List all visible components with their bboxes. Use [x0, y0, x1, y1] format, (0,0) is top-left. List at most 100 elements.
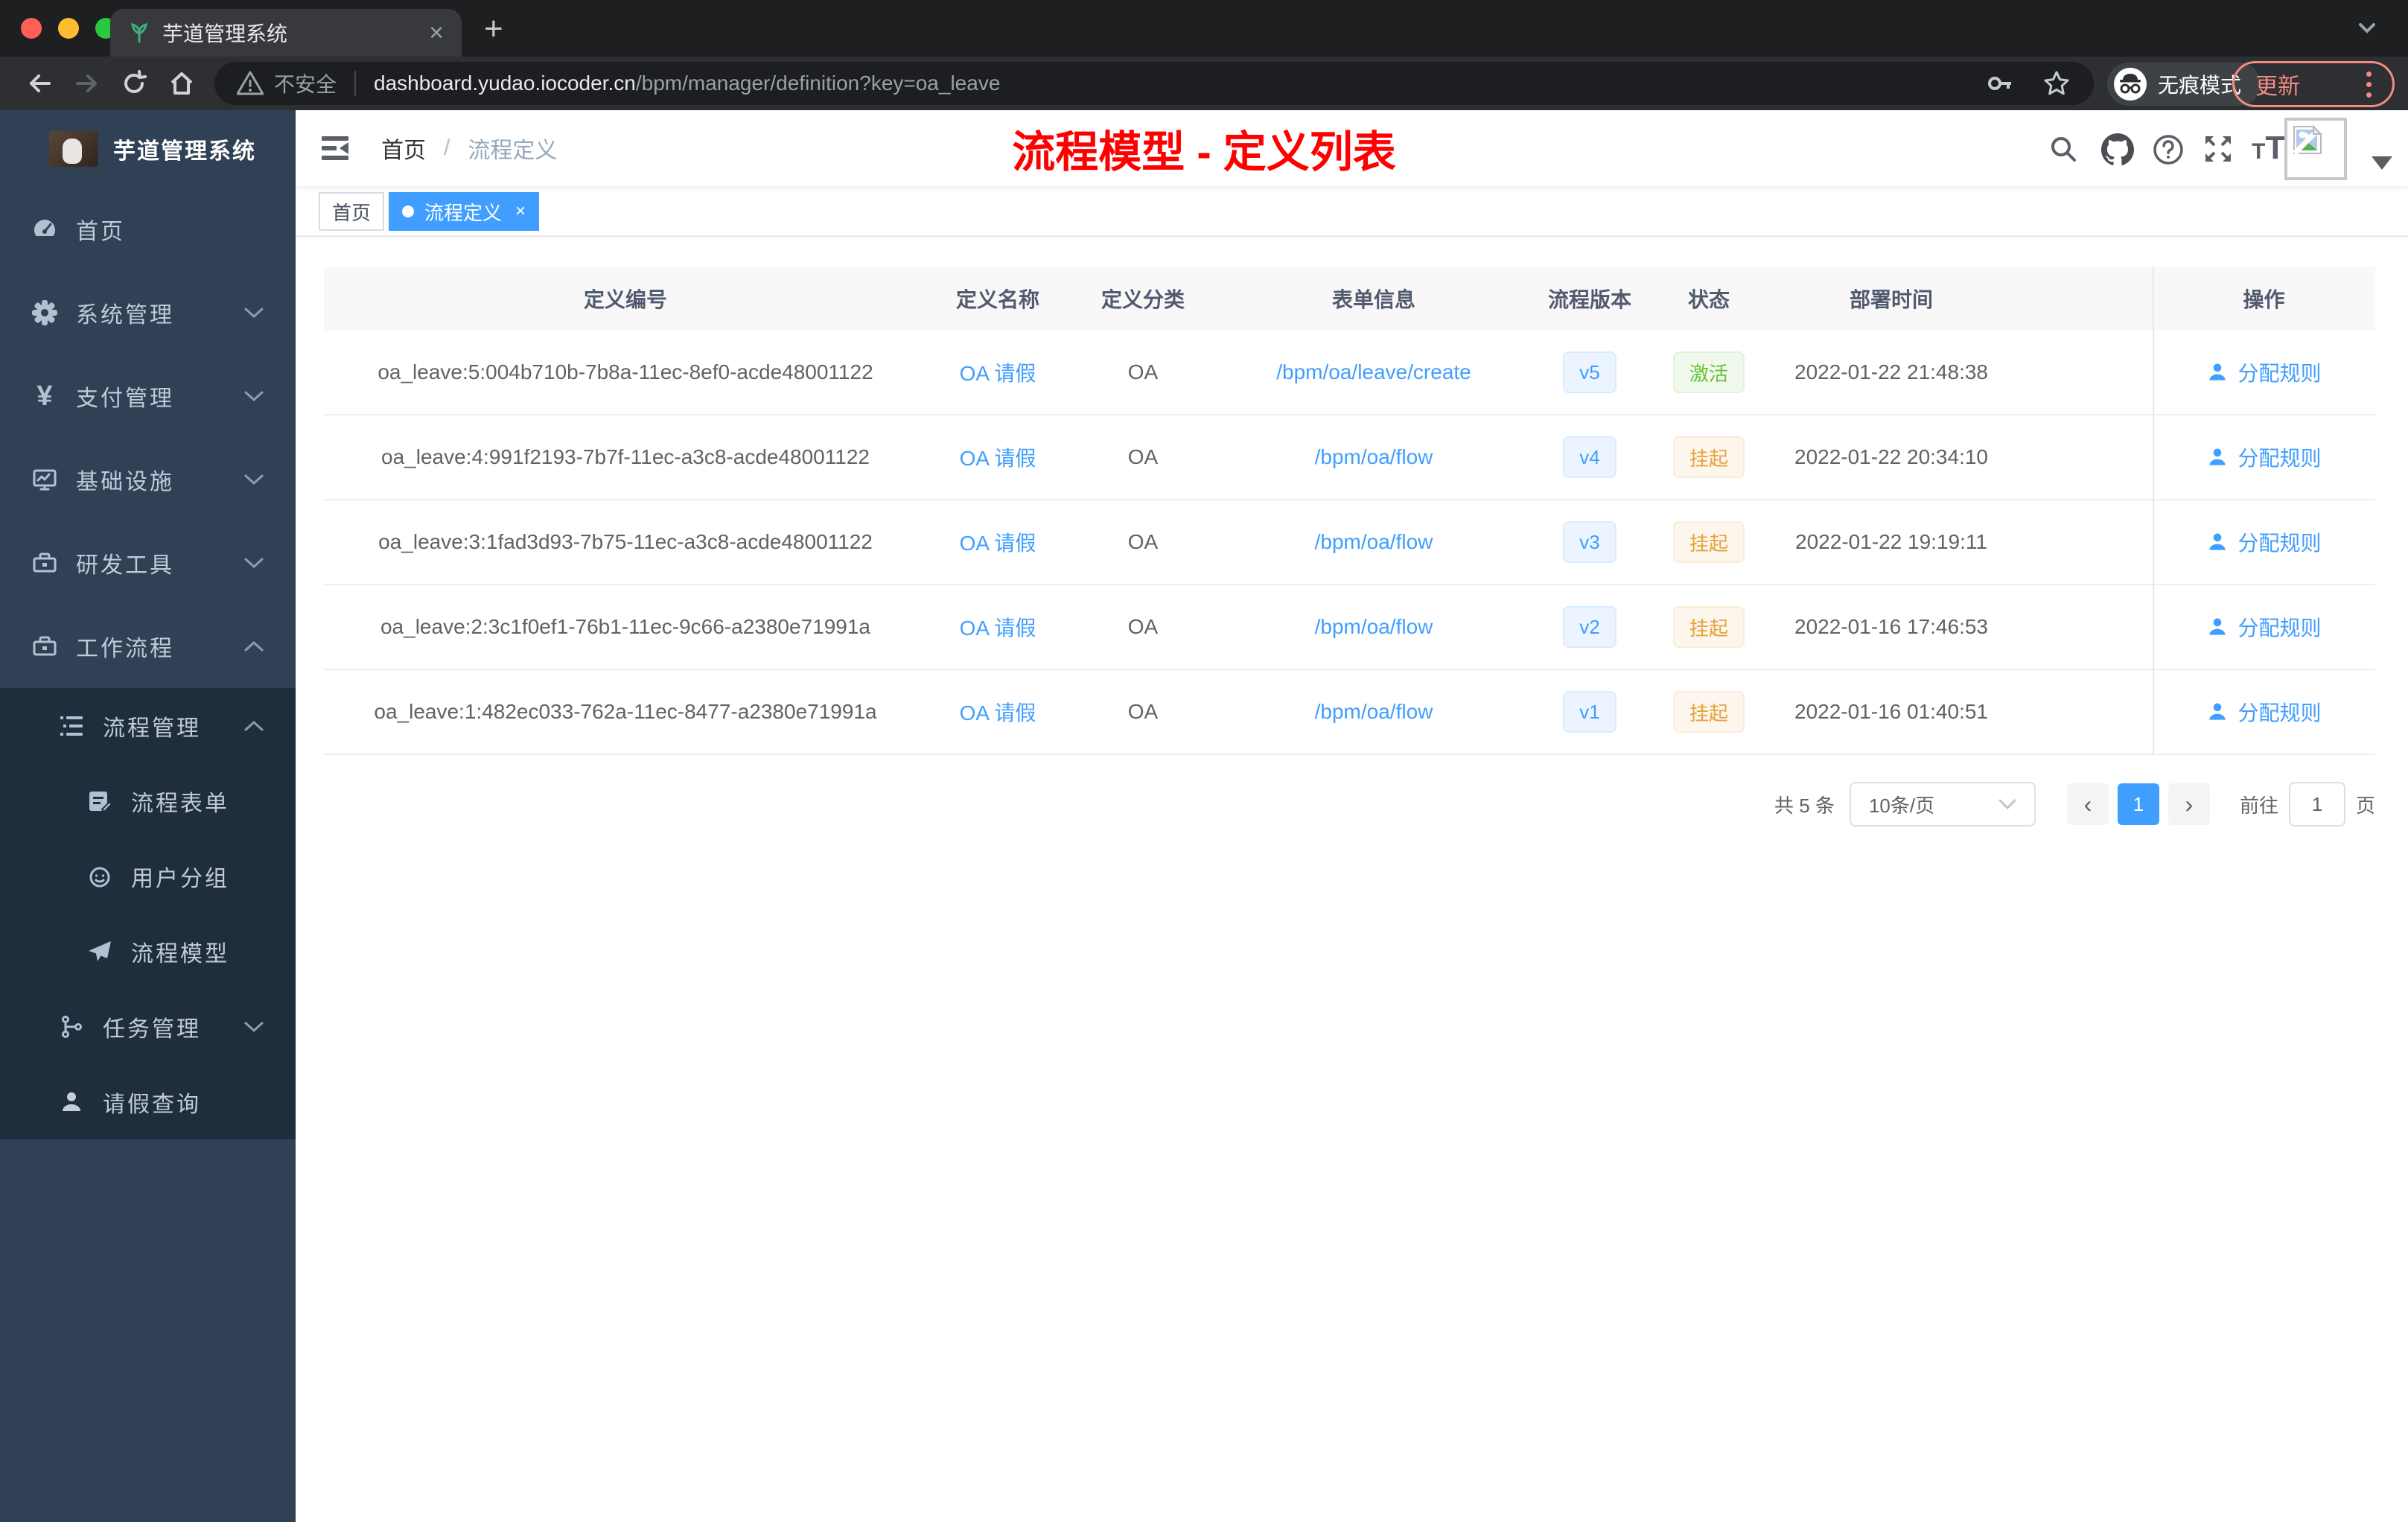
status-badge: 挂起: [1672, 691, 1745, 733]
search-icon[interactable]: [2048, 133, 2079, 165]
browser-tab[interactable]: 芋道管理系统 ×: [110, 9, 462, 57]
assign-rule-label: 分配规则: [2237, 447, 2322, 470]
definition-category: OA: [1127, 615, 1159, 638]
sidebar-item-label: 任务管理: [103, 1016, 201, 1042]
assign-rule-label: 分配规则: [2237, 617, 2322, 640]
form-info-link[interactable]: /bpm/oa/flow: [1315, 445, 1433, 469]
column-header: 定义分类: [1101, 288, 1185, 311]
toolbox-icon: [30, 633, 60, 660]
sidebar-item-task-management[interactable]: 任务管理: [0, 989, 296, 1064]
definition-name-link[interactable]: OA 请假: [960, 357, 1036, 387]
breadcrumb-home[interactable]: 首页: [381, 132, 426, 165]
definition-name-link[interactable]: OA 请假: [960, 527, 1036, 557]
assign-rule-button[interactable]: 分配规则: [2206, 612, 2322, 642]
avatar-dropdown-caret-icon[interactable]: [2372, 156, 2392, 170]
tab-close-icon[interactable]: ×: [429, 20, 444, 45]
tab-search-chevron-icon[interactable]: [2353, 13, 2381, 42]
form-info-link[interactable]: /bpm/oa/leave/create: [1276, 360, 1471, 384]
new-tab-button[interactable]: +: [484, 10, 503, 48]
sidebar-item-leave-query[interactable]: 请假查询: [0, 1064, 296, 1139]
version-badge: v1: [1563, 691, 1617, 733]
minimize-window-button[interactable]: [58, 18, 79, 39]
active-tag-dot-icon: [402, 206, 414, 217]
help-icon[interactable]: [2152, 133, 2185, 166]
status-badge: 挂起: [1672, 436, 1745, 478]
incognito-icon: [2113, 67, 2147, 101]
deploy-time: 2022-01-16 01:40:51: [1794, 700, 1988, 723]
chevron-down-icon: [243, 390, 264, 402]
sidebar-item-label: 流程管理: [103, 716, 201, 741]
sidebar-item-process-model[interactable]: 流程模型: [0, 914, 296, 989]
page-size-select[interactable]: 10条/页: [1849, 782, 2036, 827]
goto-page-input[interactable]: [2288, 782, 2345, 827]
sidebar-logo[interactable]: 芋道管理系统: [0, 110, 296, 188]
column-header: 定义名称: [955, 288, 1039, 311]
assign-rule-button[interactable]: 分配规则: [2206, 527, 2322, 557]
form-info-link[interactable]: /bpm/oa/flow: [1315, 615, 1433, 639]
home-icon[interactable]: [167, 69, 197, 98]
breadcrumb-separator: /: [444, 136, 450, 160]
form-info-link[interactable]: /bpm/oa/flow: [1315, 700, 1433, 724]
definition-name-link[interactable]: OA 请假: [960, 612, 1036, 642]
avatar[interactable]: [2284, 118, 2347, 180]
assign-rule-button[interactable]: 分配规则: [2206, 357, 2322, 387]
breadcrumb: 首页 / 流程定义: [381, 110, 557, 186]
fullscreen-icon[interactable]: [2202, 133, 2234, 165]
form-info-link[interactable]: /bpm/oa/flow: [1315, 530, 1433, 554]
sidebar-item-label: 工作流程: [76, 637, 174, 661]
tag-label: 流程定义: [424, 201, 503, 224]
sidebar-item-infrastructure[interactable]: 基础设施: [0, 438, 296, 521]
sidebar-item-home[interactable]: 首页: [0, 188, 296, 271]
assign-rule-button[interactable]: 分配规则: [2206, 697, 2322, 727]
bookmark-star-icon[interactable]: [2042, 69, 2071, 98]
close-window-button[interactable]: [21, 18, 42, 39]
back-icon[interactable]: [25, 69, 55, 98]
browser-update-button[interactable]: 更新: [2232, 61, 2395, 107]
definition-name-link[interactable]: OA 请假: [960, 697, 1036, 727]
page-number-button[interactable]: 1: [2117, 783, 2159, 825]
sidebar-item-system[interactable]: 系统管理: [0, 271, 296, 354]
sidebar-item-payment[interactable]: ¥ 支付管理: [0, 354, 296, 438]
person-icon: [2209, 448, 2226, 465]
forward-icon[interactable]: [71, 69, 101, 98]
tab-strip: 芋道管理系统 × +: [0, 0, 2408, 57]
prev-page-button[interactable]: ‹: [2066, 783, 2109, 825]
tag-home[interactable]: 首页: [319, 192, 385, 231]
font-size-icon[interactable]: TT: [2252, 130, 2285, 167]
logo-title: 芋道管理系统: [113, 139, 256, 164]
sidebar-item-label: 系统管理: [76, 303, 174, 328]
key-icon[interactable]: [1985, 69, 2015, 98]
version-badge: v4: [1563, 436, 1617, 478]
version-badge: v3: [1563, 521, 1617, 563]
browser-menu-icon[interactable]: [2366, 71, 2372, 98]
logo-avatar: [49, 131, 98, 167]
reload-icon[interactable]: [119, 69, 149, 98]
assign-rule-button[interactable]: 分配规则: [2206, 442, 2322, 472]
definition-name-link[interactable]: OA 请假: [960, 442, 1036, 472]
definition-id: oa_leave:4:991f2193-7b7f-11ec-a3c8-acde4…: [381, 445, 870, 468]
table-row: oa_leave:5:004b710b-7b8a-11ec-8ef0-acde4…: [324, 331, 2375, 415]
navbar: 首页 / 流程定义 流程模型 - 定义列表 TT: [296, 110, 2408, 186]
sidebar-item-workflow[interactable]: 工作流程: [0, 605, 296, 688]
column-header: 状态: [1687, 288, 1730, 311]
security-label[interactable]: 不安全: [274, 69, 337, 98]
list-icon: [57, 713, 86, 739]
sidebar-item-label: 支付管理: [76, 386, 174, 411]
app-window: 芋道管理系统 首页 系统管理 ¥ 支付管理 基础设施 研发工具 工作流程 流程管…: [0, 110, 2408, 1522]
sidebar-item-process-management[interactable]: 流程管理: [0, 688, 296, 763]
face-icon: [85, 864, 115, 889]
definition-id: oa_leave:5:004b710b-7b8a-11ec-8ef0-acde4…: [378, 360, 873, 383]
page-size-value: 10条/页: [1868, 794, 1935, 817]
tag-close-icon[interactable]: ×: [515, 201, 526, 222]
tag-process-definition[interactable]: 流程定义 ×: [389, 192, 540, 231]
github-icon[interactable]: [2101, 133, 2134, 166]
hamburger-icon[interactable]: [320, 133, 350, 163]
sidebar-item-user-group[interactable]: 用户分组: [0, 838, 296, 914]
gear-icon: [30, 299, 60, 326]
sidebar-item-dev-tools[interactable]: 研发工具: [0, 521, 296, 605]
sidebar-item-process-form[interactable]: 流程表单: [0, 763, 296, 838]
paper-plane-icon: [85, 939, 115, 964]
next-page-button[interactable]: ›: [2167, 783, 2210, 825]
url-bar[interactable]: 不安全 dashboard.yudao.iocoder.cn/bpm/manag…: [214, 62, 2094, 105]
chevron-down-icon: [243, 474, 264, 485]
